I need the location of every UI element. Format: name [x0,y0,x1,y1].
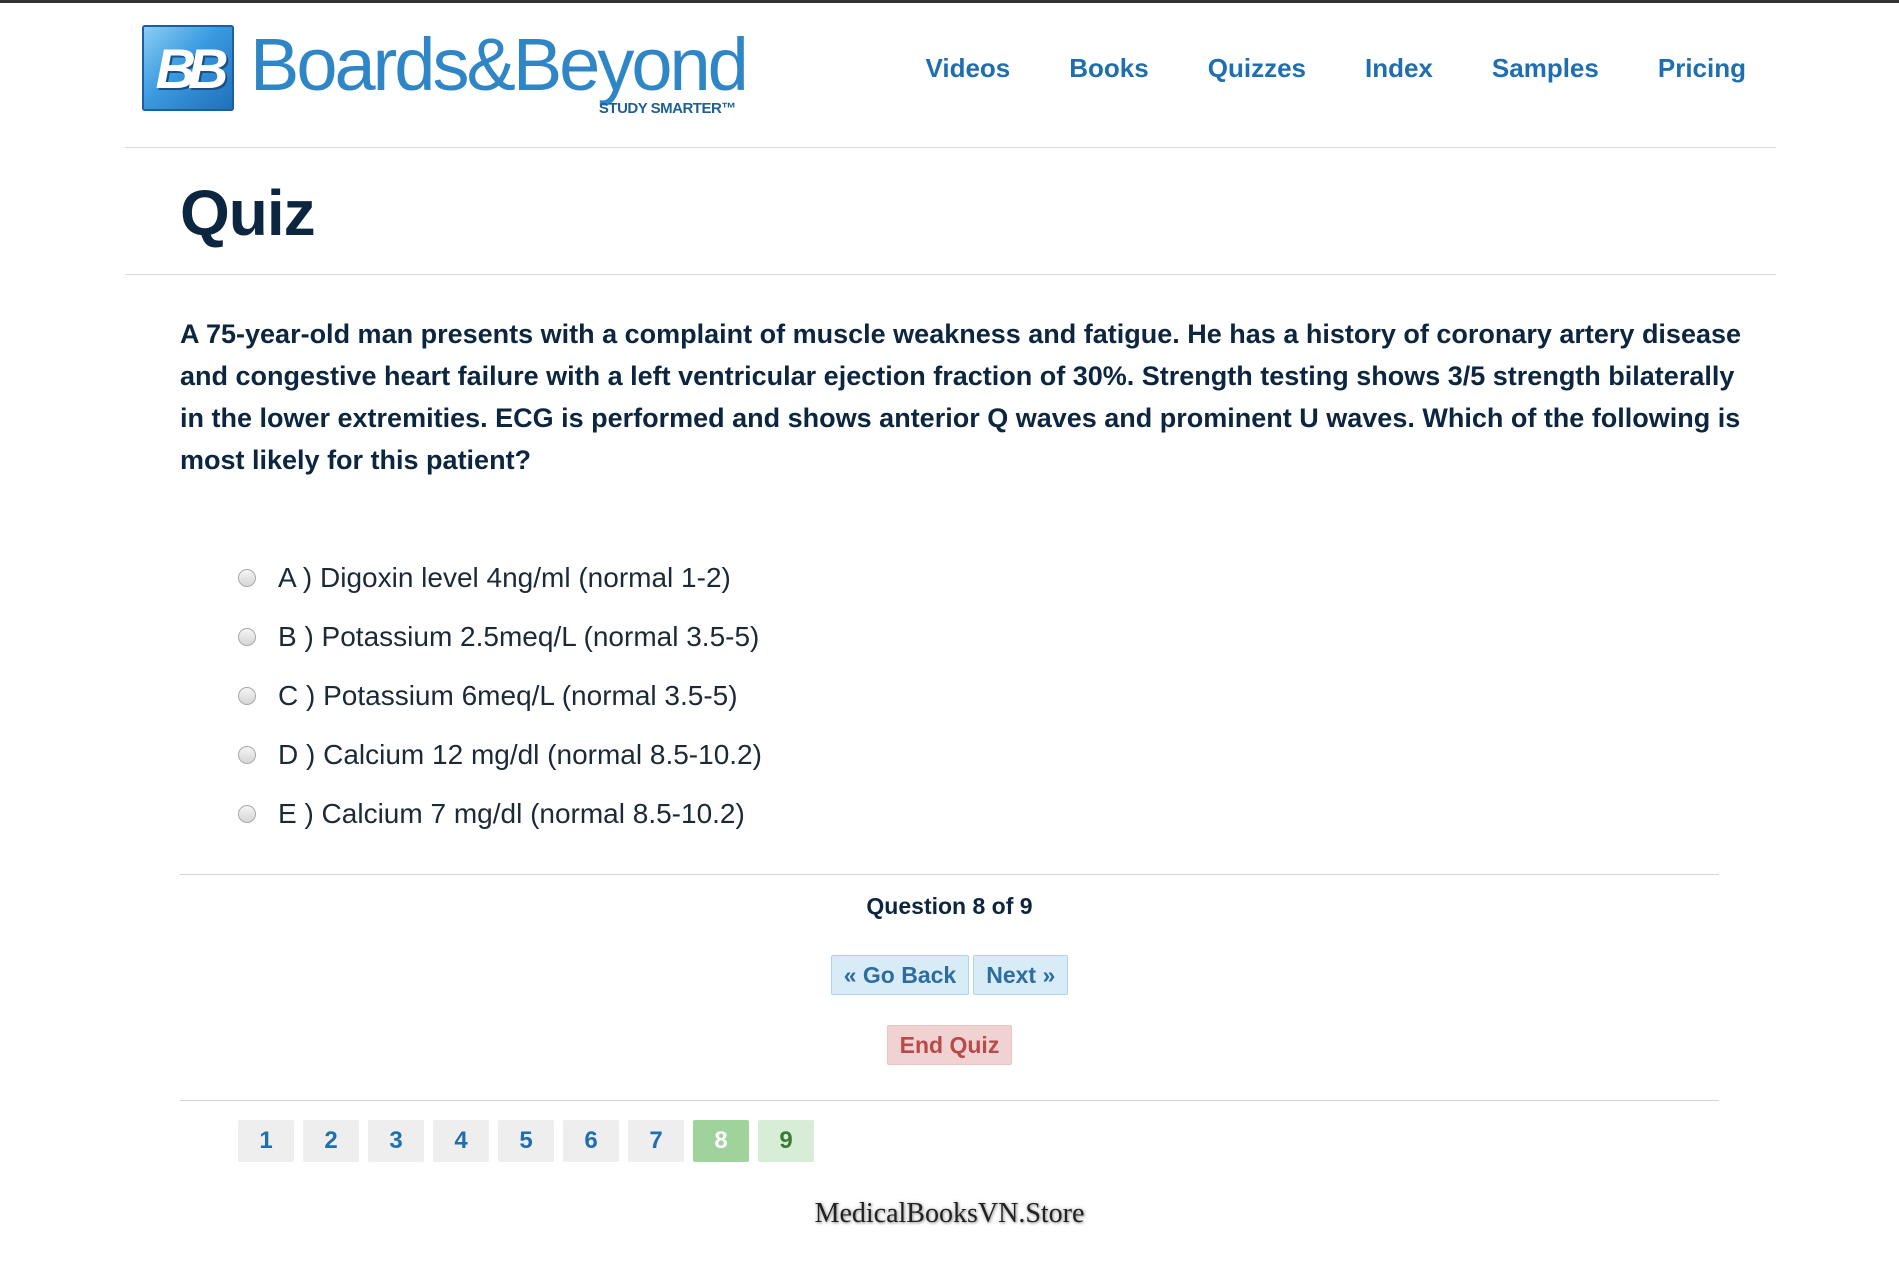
radio-button-d[interactable] [238,745,256,764]
option-e[interactable]: E ) Calcium 7 mg/dl (normal 8.5-10.2) [238,784,762,843]
divider [180,1100,1719,1101]
question-counter: Question 8 of 9 [866,893,1033,919]
question-text: A 75-year-old man presents with a compla… [180,319,1742,475]
page-button-6[interactable]: 6 [563,1120,619,1162]
page-button-5[interactable]: 5 [498,1120,554,1162]
option-a[interactable]: A ) Digoxin level 4ng/ml (normal 1-2) [238,548,762,607]
page-button-3[interactable]: 3 [368,1120,424,1162]
option-label-e: E ) Calcium 7 mg/dl (normal 8.5-10.2) [278,797,745,829]
end-quiz-button[interactable]: End Quiz [886,1025,1013,1065]
divider [180,874,1719,875]
radio-button-a[interactable] [238,568,256,587]
option-c[interactable]: C ) Potassium 6meq/L (normal 3.5-5) [238,666,762,725]
page-button-4[interactable]: 4 [433,1120,489,1162]
radio-button-b[interactable] [238,627,256,646]
go-back-button[interactable]: « Go Back [830,955,970,995]
radio-button-c[interactable] [238,686,256,705]
page-button-8-current[interactable]: 8 [693,1120,749,1162]
quiz-content: A 75-year-old man presents with a compla… [125,0,1776,1283]
watermark-text: MedicalBooksVN.Store [814,1198,1085,1229]
radio-button-e[interactable] [238,804,256,823]
next-button[interactable]: Next » [973,955,1069,995]
page-button-7[interactable]: 7 [628,1120,684,1162]
answer-options: A ) Digoxin level 4ng/ml (normal 1-2) B … [238,548,762,843]
option-label-b: B ) Potassium 2.5meq/L (normal 3.5-5) [278,620,760,652]
navigation-buttons: « Go Back Next » [180,955,1719,995]
page-button-9[interactable]: 9 [758,1120,814,1162]
option-label-c: C ) Potassium 6meq/L (normal 3.5-5) [278,679,738,711]
option-b[interactable]: B ) Potassium 2.5meq/L (normal 3.5-5) [238,607,762,666]
end-quiz-row: End Quiz [180,1025,1719,1065]
page-button-2[interactable]: 2 [303,1120,359,1162]
option-label-d: D ) Calcium 12 mg/dl (normal 8.5-10.2) [278,738,762,770]
question-pagination: 1 2 3 4 5 6 7 8 9 [238,1120,823,1162]
option-label-a: A ) Digoxin level 4ng/ml (normal 1-2) [278,561,731,593]
option-d[interactable]: D ) Calcium 12 mg/dl (normal 8.5-10.2) [238,725,762,784]
page-button-1[interactable]: 1 [238,1120,294,1162]
